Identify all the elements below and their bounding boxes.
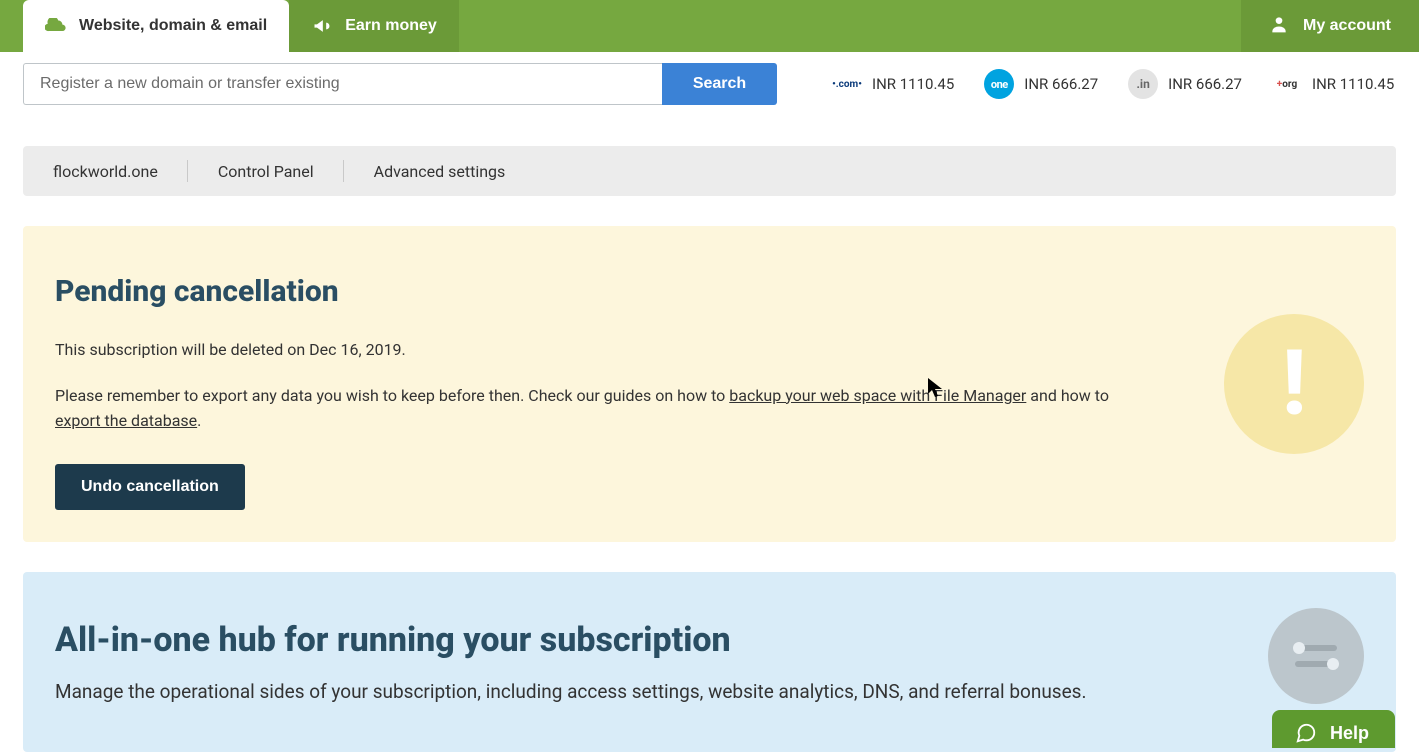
- tab-label: Earn money: [345, 17, 437, 35]
- undo-cancellation-button[interactable]: Undo cancellation: [55, 464, 245, 510]
- user-icon: [1269, 14, 1289, 39]
- breadcrumb-advanced-settings[interactable]: Advanced settings: [344, 162, 536, 181]
- tld-in[interactable]: .in INR 666.27: [1128, 69, 1242, 99]
- tab-website-domain-email[interactable]: Website, domain & email: [23, 0, 289, 52]
- hub-title: All-in-one hub for running your subscrip…: [55, 620, 1364, 660]
- tld-price-list: •.com• INR 1110.45 one INR 666.27 .in IN…: [832, 69, 1394, 99]
- link-backup-filemanager[interactable]: backup your web space with File Manager: [729, 386, 1026, 405]
- tld-org-price: INR 1110.45: [1312, 75, 1394, 93]
- topbar-spacer: [459, 0, 1241, 52]
- chat-icon: [1294, 722, 1318, 744]
- search-box: Search: [23, 63, 777, 105]
- megaphone-icon: [311, 17, 333, 35]
- breadcrumb-bar: flockworld.one Control Panel Advanced se…: [23, 146, 1396, 196]
- settings-icon: [1268, 608, 1364, 704]
- tld-one-price: INR 666.27: [1024, 75, 1098, 93]
- breadcrumb-domain[interactable]: flockworld.one: [23, 162, 188, 181]
- hub-card: All-in-one hub for running your subscrip…: [23, 572, 1396, 752]
- tab-earn-money[interactable]: Earn money: [289, 0, 459, 52]
- hub-desc: Manage the operational sides of your sub…: [55, 680, 1155, 703]
- tld-com-icon: •.com•: [832, 69, 862, 99]
- exclamation-icon: !: [1282, 339, 1307, 429]
- search-button[interactable]: Search: [662, 63, 777, 105]
- tld-org[interactable]: +org INR 1110.45: [1272, 69, 1394, 99]
- tld-in-price: INR 666.27: [1168, 75, 1242, 93]
- account-label: My account: [1303, 17, 1391, 35]
- tld-one[interactable]: one INR 666.27: [984, 69, 1098, 99]
- my-account-button[interactable]: My account: [1241, 0, 1419, 52]
- alert-title: Pending cancellation: [55, 274, 1364, 309]
- cloud-icon: [45, 17, 67, 35]
- tld-com[interactable]: •.com• INR 1110.45: [832, 69, 954, 99]
- tld-in-icon: .in: [1128, 69, 1158, 99]
- tab-label: Website, domain & email: [79, 17, 267, 35]
- search-row: Search •.com• INR 1110.45 one INR 666.27…: [0, 52, 1419, 116]
- alert-line1: This subscription will be deleted on Dec…: [55, 337, 1155, 363]
- tld-one-icon: one: [984, 69, 1014, 99]
- tld-org-icon: +org: [1272, 69, 1302, 99]
- pending-cancellation-card: Pending cancellation This subscription w…: [23, 226, 1396, 542]
- domain-search-input[interactable]: [23, 63, 662, 105]
- link-export-database[interactable]: export the database: [55, 411, 197, 430]
- help-button[interactable]: Help: [1272, 710, 1395, 748]
- alert-line2: Please remember to export any data you w…: [55, 383, 1155, 434]
- help-label: Help: [1330, 723, 1369, 744]
- topbar: Website, domain & email Earn money My ac…: [0, 0, 1419, 52]
- alert-icon: !: [1224, 314, 1364, 454]
- breadcrumb-control-panel[interactable]: Control Panel: [188, 162, 344, 181]
- tld-com-price: INR 1110.45: [872, 75, 954, 93]
